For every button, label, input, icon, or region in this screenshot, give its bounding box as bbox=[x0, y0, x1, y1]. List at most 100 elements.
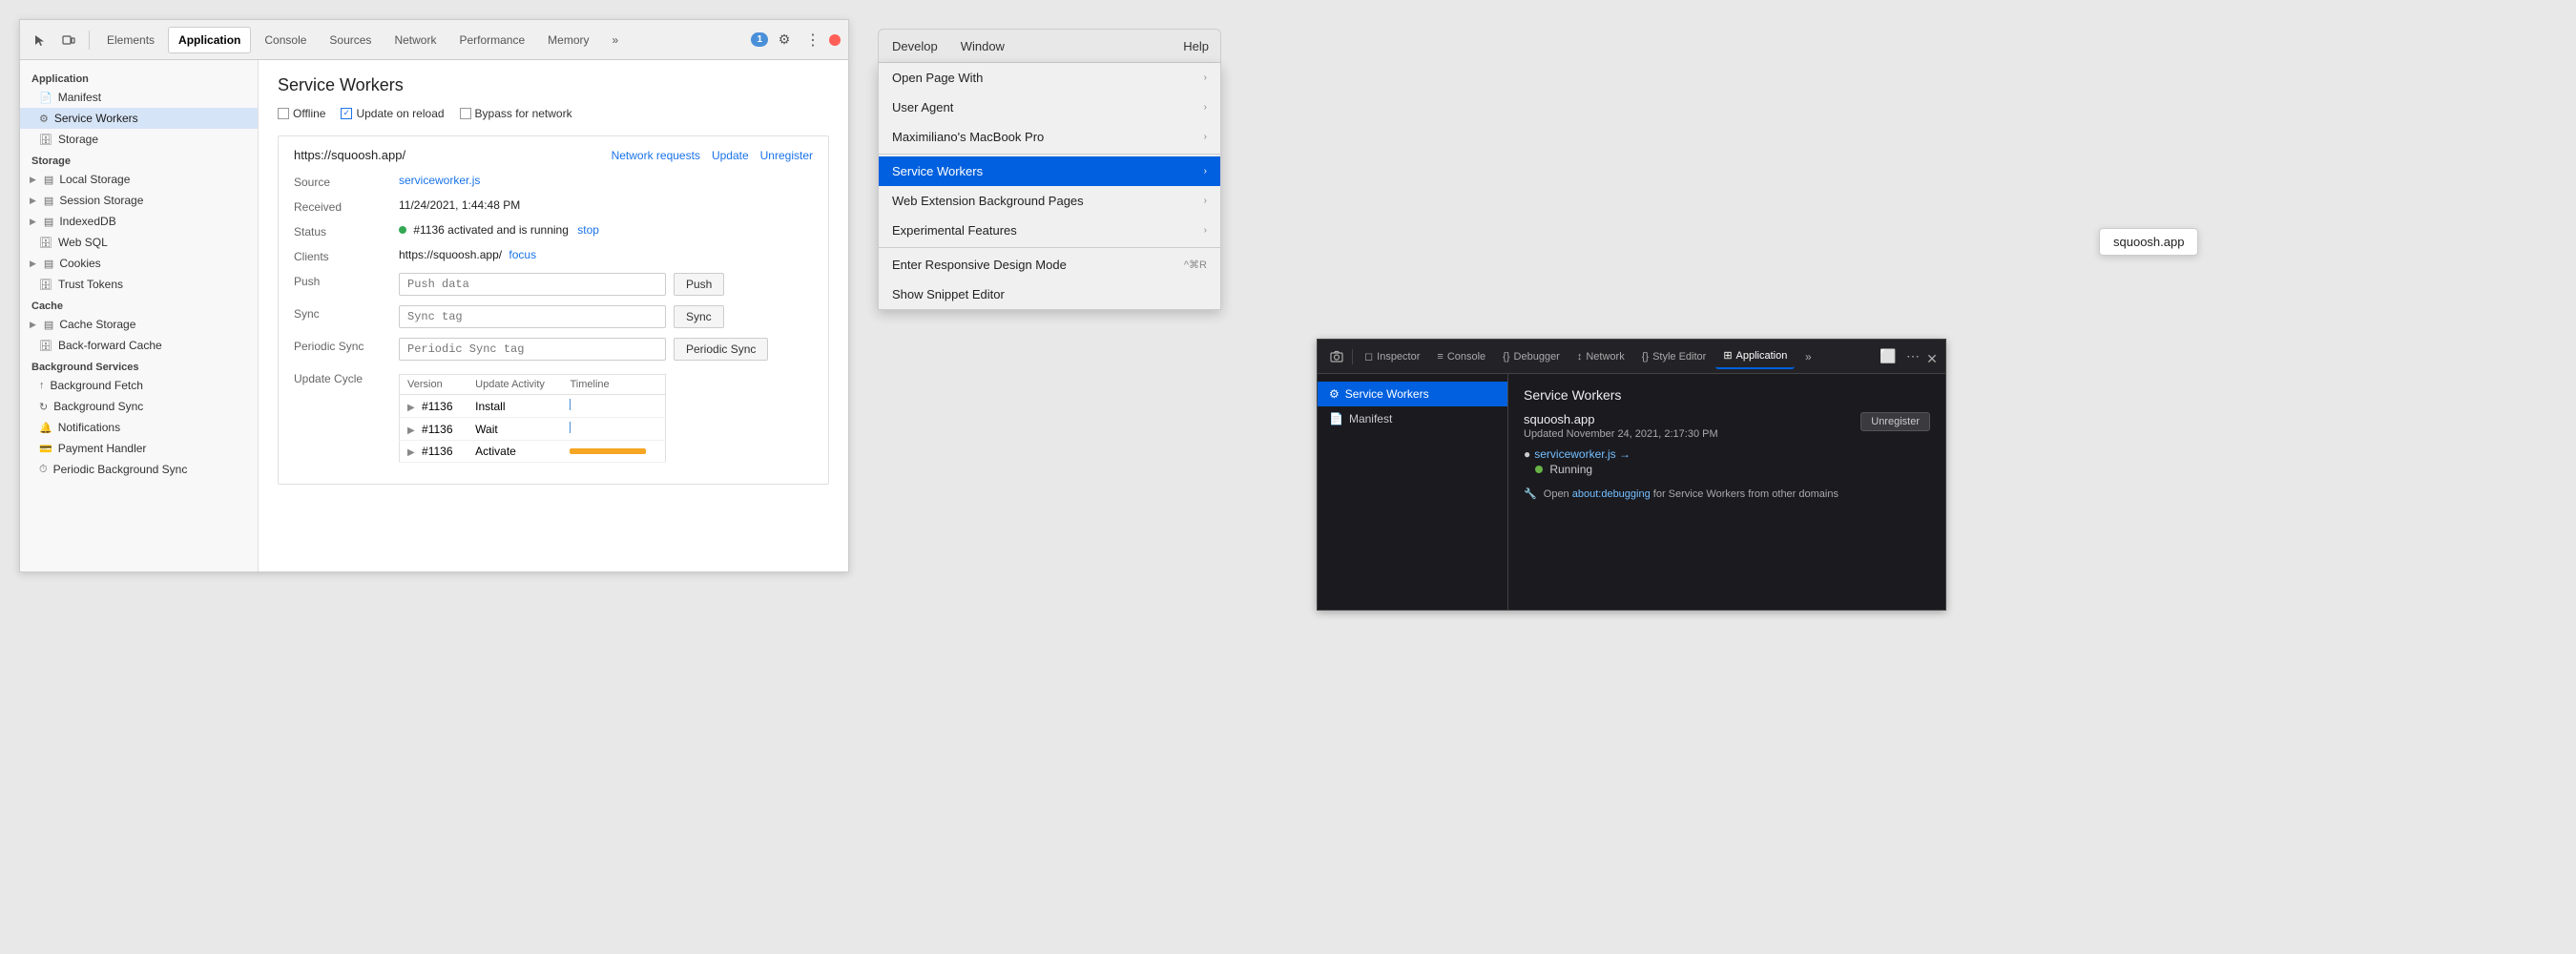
ff-more-tabs-btn[interactable]: » bbox=[1797, 345, 1819, 368]
ff-tab-style-editor[interactable]: {} Style Editor bbox=[1634, 344, 1714, 369]
sw-clients-field: Clients https://squoosh.app/ focus bbox=[294, 248, 813, 263]
sidebar-item-background-fetch[interactable]: ↑ Background Fetch bbox=[20, 375, 258, 396]
tab-sources[interactable]: Sources bbox=[320, 27, 381, 53]
ff-tab-debugger[interactable]: {} Debugger bbox=[1495, 344, 1568, 369]
col-activity: Update Activity bbox=[467, 375, 562, 395]
version-arrow-icon: ▶ bbox=[407, 425, 415, 436]
more-menu-btn[interactable]: ⋮ bbox=[800, 28, 825, 52]
menu-item-macbook[interactable]: Maximiliano's MacBook Pro › bbox=[879, 122, 1220, 152]
sidebar-item-trust-tokens[interactable]: 🗄 Trust Tokens bbox=[20, 274, 258, 295]
periodic-sync-input[interactable] bbox=[399, 338, 666, 361]
ff-tab-network[interactable]: ↕ Network bbox=[1569, 344, 1632, 369]
menu-item-user-agent[interactable]: User Agent › bbox=[879, 93, 1220, 122]
push-input[interactable] bbox=[399, 273, 666, 296]
sidebar-item-storage[interactable]: 🗄 Storage bbox=[20, 129, 258, 150]
ff-tab-console[interactable]: ≡ Console bbox=[1429, 344, 1493, 369]
ff-sidebar: ⚙ Service Workers 📄 Manifest bbox=[1318, 374, 1508, 610]
submenu-arrow-icon: › bbox=[1204, 73, 1207, 83]
clients-label: Clients bbox=[294, 248, 399, 263]
ff-content: Service Workers Unregister squoosh.app U… bbox=[1508, 374, 1945, 610]
ff-sidebar-item-service-workers[interactable]: ⚙ Service Workers bbox=[1318, 382, 1507, 406]
sidebar-item-manifest[interactable]: 📄 Manifest bbox=[20, 87, 258, 108]
sidebar-item-periodic-bg-sync[interactable]: ⏱ Periodic Background Sync bbox=[20, 459, 258, 480]
menu-help[interactable]: Help bbox=[1183, 39, 1209, 53]
menu-item-experimental[interactable]: Experimental Features › bbox=[879, 216, 1220, 245]
tab-application[interactable]: Application bbox=[168, 27, 251, 53]
sidebar-item-notifications[interactable]: 🔔 Notifications bbox=[20, 417, 258, 438]
settings-btn[interactable]: ⚙ bbox=[772, 28, 797, 52]
ff-expand-btn[interactable]: ⬜ bbox=[1877, 345, 1900, 368]
sidebar-item-indexeddb[interactable]: ▶ ▤ IndexedDB bbox=[20, 211, 258, 232]
sync-button[interactable]: Sync bbox=[674, 305, 724, 328]
focus-link[interactable]: focus bbox=[509, 248, 536, 261]
ff-debug-note: 🔧 Open about:debugging for Service Worke… bbox=[1524, 487, 1930, 500]
menu-develop[interactable]: Develop bbox=[890, 39, 940, 53]
wrench-icon: 🔧 bbox=[1524, 488, 1537, 500]
ff-about-debugging-link[interactable]: about:debugging bbox=[1572, 488, 1651, 500]
sw-url-row: https://squoosh.app/ Network requests Up… bbox=[294, 148, 813, 162]
ff-tab-application[interactable]: ⊞ Application bbox=[1715, 344, 1795, 369]
ff-tab-inspector[interactable]: ◻ Inspector bbox=[1357, 344, 1427, 369]
bypass-for-network-checkbox[interactable] bbox=[460, 108, 471, 119]
arrow-icon: ▶ bbox=[30, 320, 36, 330]
source-file-link[interactable]: serviceworker.js bbox=[399, 174, 480, 187]
sw-status-field: Status #1136 activated and is running st… bbox=[294, 223, 813, 238]
sidebar-item-cache-storage[interactable]: ▶ ▤ Cache Storage bbox=[20, 314, 258, 335]
offline-option[interactable]: Offline bbox=[278, 107, 325, 120]
version-arrow-icon: ▶ bbox=[407, 403, 415, 413]
sidebar-item-web-sql[interactable]: 🗄 Web SQL bbox=[20, 232, 258, 253]
devtools-left-panel: Elements Application Console Sources Net… bbox=[19, 19, 849, 572]
menu-item-service-workers[interactable]: Service Workers › bbox=[879, 156, 1220, 186]
ff-dots-btn[interactable]: ⋯ bbox=[1901, 345, 1924, 368]
tab-performance[interactable]: Performance bbox=[449, 27, 534, 53]
menu-item-web-ext-bg[interactable]: Web Extension Background Pages › bbox=[879, 186, 1220, 216]
sidebar-item-session-storage[interactable]: ▶ ▤ Session Storage bbox=[20, 190, 258, 211]
service-workers-icon: ⚙ bbox=[39, 113, 49, 125]
menu-item-open-page-with[interactable]: Open Page With › bbox=[879, 63, 1220, 93]
sync-input[interactable] bbox=[399, 305, 666, 328]
menu-bar: Develop Window Help bbox=[878, 29, 1221, 63]
update-on-reload-checkbox[interactable] bbox=[341, 108, 352, 119]
menu-window[interactable]: Window bbox=[959, 39, 1007, 53]
ff-close-btn[interactable]: ✕ bbox=[1926, 351, 1938, 363]
update-on-reload-option[interactable]: Update on reload bbox=[341, 107, 444, 120]
tab-more[interactable]: » bbox=[603, 27, 629, 53]
sw-actions: Network requests Update Unregister bbox=[612, 149, 813, 162]
tab-console[interactable]: Console bbox=[255, 27, 316, 53]
ff-unregister-button[interactable]: Unregister bbox=[1860, 412, 1930, 431]
ff-sidebar-item-manifest[interactable]: 📄 Manifest bbox=[1318, 406, 1507, 431]
offline-checkbox[interactable] bbox=[278, 108, 289, 119]
sidebar-item-background-sync[interactable]: ↻ Background Sync bbox=[20, 396, 258, 417]
tab-memory[interactable]: Memory bbox=[538, 27, 598, 53]
update-link[interactable]: Update bbox=[712, 149, 749, 162]
close-btn[interactable] bbox=[829, 34, 841, 46]
timeline-cell bbox=[562, 395, 665, 418]
inspector-icon: ◻ bbox=[1364, 350, 1373, 363]
network-requests-link[interactable]: Network requests bbox=[612, 149, 700, 162]
sidebar-item-local-storage[interactable]: ▶ ▤ Local Storage bbox=[20, 169, 258, 190]
timeline-tick-icon bbox=[570, 422, 571, 433]
sidebar-item-payment-handler[interactable]: 💳 Payment Handler bbox=[20, 438, 258, 459]
menu-item-responsive-design[interactable]: Enter Responsive Design Mode ^⌘R bbox=[879, 250, 1220, 280]
timeline-cell bbox=[562, 418, 665, 441]
notification-badge: 1 bbox=[751, 32, 768, 47]
bypass-for-network-option[interactable]: Bypass for network bbox=[460, 107, 572, 120]
sidebar-item-service-workers[interactable]: ⚙ Service Workers bbox=[20, 108, 258, 129]
tab-network[interactable]: Network bbox=[384, 27, 446, 53]
ff-camera-btn[interactable] bbox=[1325, 345, 1348, 368]
sidebar-item-back-forward-cache[interactable]: 🗄 Back-forward Cache bbox=[20, 335, 258, 356]
menu-item-snippet-editor[interactable]: Show Snippet Editor bbox=[879, 280, 1220, 309]
periodic-sync-button[interactable]: Periodic Sync bbox=[674, 338, 768, 361]
unregister-link[interactable]: Unregister bbox=[760, 149, 813, 162]
sw-push-field: Push Push bbox=[294, 273, 813, 296]
tab-elements[interactable]: Elements bbox=[97, 27, 164, 53]
ff-source-file-link[interactable]: serviceworker.js → bbox=[1534, 447, 1631, 461]
sidebar-item-cookies[interactable]: ▶ ▤ Cookies bbox=[20, 253, 258, 274]
received-value: 11/24/2021, 1:44:48 PM bbox=[399, 198, 520, 212]
received-label: Received bbox=[294, 198, 399, 214]
ff-running-status: Running bbox=[1524, 463, 1930, 476]
device-icon-btn[interactable] bbox=[56, 28, 81, 52]
push-button[interactable]: Push bbox=[674, 273, 724, 296]
stop-link[interactable]: stop bbox=[577, 223, 599, 237]
cursor-icon-btn[interactable] bbox=[28, 28, 52, 52]
